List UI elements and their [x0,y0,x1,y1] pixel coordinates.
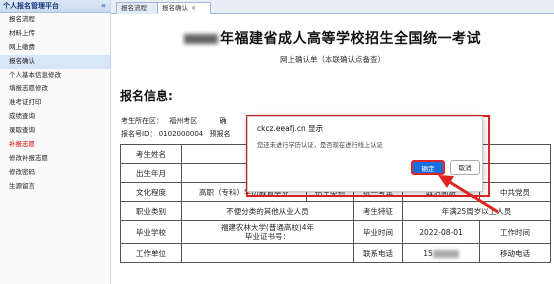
table-cell: 15 [402,243,480,263]
tab-label: 报名流程 [121,4,147,12]
sidebar-item[interactable]: 材料上传 [0,27,110,41]
tab-label: 报名确认 [162,4,188,12]
sidebar-item[interactable]: 补报志愿 [0,138,110,152]
table-cell: 工作单位 [120,243,182,263]
dialog-origin: ckcz.eeafj.cn 显示 [257,124,324,133]
exam-area-value: 福州考区 [169,117,198,125]
table-cell: 不便分类的其他从业人员 [181,201,354,221]
exam-area-label: 考生所在区： [121,117,163,125]
document-subtitle: 网上确认单（本联确认点备查） [280,55,385,64]
table-cell: 联系电话 [353,243,403,263]
table-cell: 考生特征 [353,201,403,221]
redacted-phone [432,249,459,258]
dialog-message: 您还未进行学历认证，是否现在进行线上认证 [257,142,383,149]
sidebar-item[interactable]: 报名流程 [0,13,110,27]
sidebar-header: 个人报名管理平台 « [0,0,110,13]
sidebar-item[interactable]: 录取查询 [0,124,110,138]
registration-id-line: 报名号ID： 0102000004 预报名 [121,129,230,139]
sidebar-item[interactable]: 网上缴费 [0,41,110,55]
table-cell: 移动电话 [479,243,551,263]
sidebar-item[interactable]: 准考证打印 [0,96,110,110]
tab-registration-confirm[interactable]: 报名确认 × [157,2,211,14]
section-title: 报名信息: [120,89,173,103]
close-tab-icon[interactable]: × [191,5,196,12]
sidebar-menu: 报名流程 材料上传 网上缴费 报名确认 个人基本信息修改 填报志愿修改 准考证打印 成绩查询录… [0,13,110,194]
sidebar: 个人报名管理平台 « 报名流程 材料上传 网上缴费 报名确认 个人基本信息修改 填报志愿修… [0,0,111,284]
sidebar-item[interactable]: 报名确认 [0,54,110,69]
tab-bar: 报名流程 报名确认 × [111,0,554,14]
sidebar-item[interactable]: 修改密码 [0,166,110,180]
table-cell: 2022-08-01 [402,220,480,244]
table-cell: 考生姓名 [120,144,182,164]
sidebar-item[interactable]: 成绩查询 [0,110,110,124]
sidebar-item[interactable]: 修改补报志愿 [0,152,110,166]
sidebar-item[interactable]: 填报志愿修改 [0,82,110,96]
table-cell: 职业类别 [120,201,182,221]
sidebar-item[interactable]: 个人基本信息修改 [0,69,110,83]
table-cell: 毕业时间 [353,220,403,244]
table-cell: 文化程度 [120,182,182,202]
table-cell [181,243,354,263]
ok-button[interactable]: 确定 [411,160,445,175]
table-row: 职业类别 不便分类的其他从业人员 考生特征 年满25周岁以上人员 [120,201,551,221]
table-row: 工作单位 联系电话 15 移动电话 [120,243,551,263]
redacted-year [184,34,218,44]
registration-id-value: 0102000004 [158,130,204,138]
confirm-dialog: ckcz.eeafj.cn 显示 您还未进行学历认证，是否现在进行线上认证 确定… [247,116,483,192]
cancel-button[interactable]: 取消 [450,160,480,175]
tab-registration-process[interactable]: 报名流程 [116,2,161,14]
table-row: 毕业学校 福建农林大学(普通高校)4年 毕业证书号： 毕业时间 2022-08-… [120,220,551,244]
table-cell: 出生年月 [120,163,182,183]
pre-registration-label: 预报名 [209,130,231,138]
table-cell: 毕业学校 [120,220,182,244]
sidebar-item[interactable]: 生源留言 [0,180,110,194]
registration-id-label: 报名号ID： [121,130,157,138]
confirm-point-label: 确 [219,117,227,125]
table-cell: 福建农林大学(普通高校)4年 毕业证书号： [181,220,354,244]
sidebar-title: 个人报名管理平台 [3,2,59,10]
table-cell: 中共党员 [479,182,551,202]
exam-area-line: 考生所在区： 福州考区 确 [121,116,226,126]
collapse-icon[interactable]: « [101,0,106,12]
table-cell: 年满25周岁以上人员 [402,201,551,221]
document-title: 年福建省成人高等学校招生全国统一考试 [111,28,554,48]
table-cell: 工作时间 [479,220,551,244]
